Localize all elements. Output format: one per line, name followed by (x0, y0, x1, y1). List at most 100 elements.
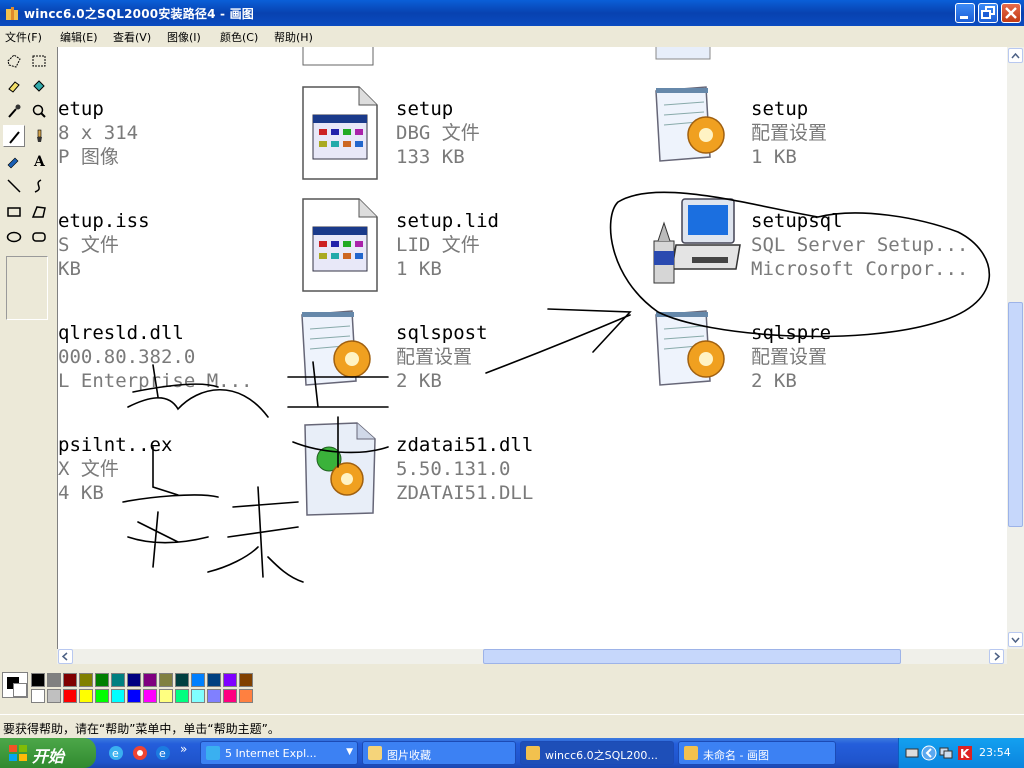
color-swatch[interactable] (79, 673, 93, 687)
restore-button[interactable] (978, 3, 998, 23)
color-picker-tool[interactable] (3, 100, 25, 122)
paint-icon (684, 746, 698, 760)
color-swatch[interactable] (223, 689, 237, 703)
system-tray: K 23:54 (898, 738, 1024, 768)
network-icon[interactable] (939, 746, 953, 760)
title-bar[interactable]: wincc6.0之SQL2000安装路径4 - 画图 (0, 0, 1024, 26)
fill-tool[interactable] (28, 75, 50, 97)
eraser-tool[interactable] (3, 75, 25, 97)
color-swatch[interactable] (159, 673, 173, 687)
tool-options-box[interactable] (6, 256, 48, 320)
color-swatch[interactable] (207, 673, 221, 687)
ie-icon (206, 746, 220, 760)
free-select-icon (7, 54, 21, 68)
color-swatch[interactable] (207, 689, 221, 703)
text-tool[interactable]: A (28, 150, 50, 172)
color-swatch[interactable] (79, 689, 93, 703)
color-swatch[interactable] (111, 673, 125, 687)
curve-tool[interactable] (28, 175, 50, 197)
vertical-scrollbar[interactable] (1007, 47, 1024, 649)
tray-arrow-icon[interactable] (921, 745, 937, 761)
brush-tool[interactable] (28, 125, 50, 147)
task-picture-folder[interactable]: 图片收藏 (362, 741, 516, 765)
menu-colors[interactable]: 颜色(C) (220, 29, 258, 45)
arrow-left-icon (61, 652, 68, 661)
color-swatch[interactable] (175, 689, 189, 703)
minimize-button[interactable] (955, 3, 975, 23)
menu-edit[interactable]: 编辑(E) (60, 29, 98, 45)
rounded-rectangle-tool[interactable] (28, 226, 50, 248)
line-tool[interactable] (3, 175, 25, 197)
scroll-up-button[interactable] (1008, 48, 1023, 63)
color-swatch[interactable] (239, 689, 253, 703)
color-swatch[interactable] (63, 673, 77, 687)
pencil-tool[interactable] (3, 125, 25, 147)
task-internet-explorer[interactable]: 5 Internet Expl... ▼ (200, 741, 358, 765)
horizontal-scrollbar[interactable] (57, 649, 1007, 664)
antivirus-icon[interactable]: K (957, 745, 973, 761)
color-swatch[interactable] (95, 689, 109, 703)
color-swatch[interactable] (159, 689, 173, 703)
quick-launch-browser-icon[interactable] (132, 745, 148, 761)
close-icon (1005, 7, 1017, 19)
keyboard-icon[interactable] (905, 746, 919, 760)
start-button[interactable]: 开始 (0, 738, 96, 768)
color-swatch[interactable] (191, 689, 205, 703)
menu-image[interactable]: 图像(I) (167, 29, 201, 45)
eraser-icon (8, 81, 20, 93)
color-swatch[interactable] (31, 673, 45, 687)
current-colors-indicator[interactable] (2, 672, 28, 698)
freehand-annotations (122, 191, 991, 583)
horizontal-scroll-thumb[interactable] (483, 649, 901, 664)
folder-icon (368, 746, 382, 760)
menu-view[interactable]: 查看(V) (113, 29, 151, 45)
ellipse-icon (6, 231, 22, 243)
color-swatch[interactable] (47, 673, 61, 687)
text-a-icon: A (33, 154, 46, 169)
color-swatch[interactable] (47, 689, 61, 703)
task-paint-untitled[interactable]: 未命名 - 画图 (678, 741, 836, 765)
free-select-tool[interactable] (3, 50, 25, 72)
color-swatch[interactable] (63, 689, 77, 703)
quick-launch-ie-icon[interactable]: e (108, 745, 124, 761)
window-title: wincc6.0之SQL2000安装路径4 - 画图 (24, 7, 255, 21)
polygon-icon (31, 206, 46, 218)
paint-app-icon (6, 7, 18, 20)
drawing-canvas[interactable]: setup DBG 文件 133 KB setup 配置设置 1 KB etup 8 x … (57, 47, 1008, 649)
status-bar: 要获得帮助，请在“帮助”菜单中，单击“帮助主题”。 (0, 714, 1024, 739)
rect-select-tool[interactable] (28, 50, 50, 72)
ellipse-tool[interactable] (3, 226, 25, 248)
color-swatch[interactable] (111, 689, 125, 703)
restore-icon (981, 6, 995, 19)
quick-launch-more-icon[interactable]: » (180, 742, 187, 756)
color-swatch[interactable] (223, 673, 237, 687)
toolbox: A (0, 46, 56, 666)
menu-help[interactable]: 帮助(H) (274, 29, 313, 45)
color-swatch[interactable] (239, 673, 253, 687)
color-swatch[interactable] (191, 673, 205, 687)
quick-launch-ie2-icon[interactable]: e (155, 745, 171, 761)
color-swatch[interactable] (175, 673, 189, 687)
close-button[interactable] (1001, 3, 1021, 23)
color-swatch[interactable] (143, 689, 157, 703)
color-swatch[interactable] (127, 689, 141, 703)
color-swatch[interactable] (127, 673, 141, 687)
color-swatch[interactable] (143, 673, 157, 687)
polygon-tool[interactable] (28, 201, 50, 223)
color-palette (0, 664, 1024, 712)
airbrush-tool[interactable] (3, 150, 25, 172)
paint-bucket-icon (33, 80, 45, 92)
vertical-scroll-thumb[interactable] (1008, 302, 1023, 527)
rectangle-tool[interactable] (3, 201, 25, 223)
scroll-down-button[interactable] (1008, 632, 1023, 647)
scroll-right-button[interactable] (989, 649, 1004, 664)
menu-file[interactable]: 文件(F) (5, 29, 42, 45)
magnifier-tool[interactable] (28, 100, 50, 122)
color-swatch[interactable] (31, 689, 45, 703)
curve-icon (34, 179, 42, 193)
task-paint-wincc[interactable]: wincc6.0之SQL200... (520, 741, 674, 765)
clock: 23:54 (979, 746, 1011, 759)
scroll-left-button[interactable] (58, 649, 73, 664)
arrow-down-icon (1011, 637, 1020, 644)
color-swatch[interactable] (95, 673, 109, 687)
